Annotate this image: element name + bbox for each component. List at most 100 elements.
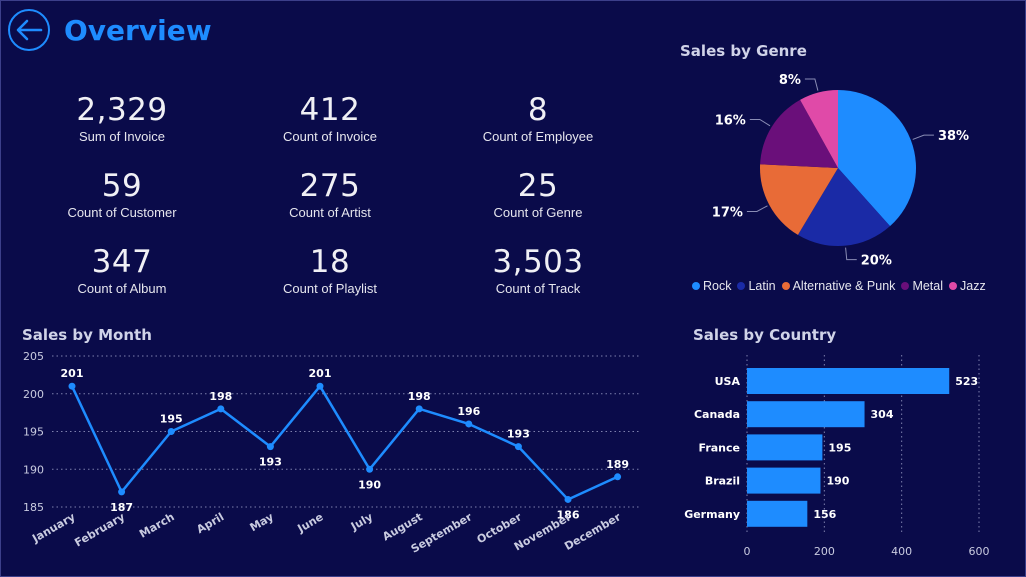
kpi-value: 275 — [299, 168, 361, 204]
line-point[interactable] — [316, 382, 324, 390]
kpi-label: Count of Customer — [67, 205, 177, 220]
country-bar[interactable] — [747, 368, 950, 394]
kpi-value: 3,503 — [492, 244, 584, 280]
kpi-value: 8 — [527, 92, 549, 128]
arrow-left-icon — [16, 19, 43, 41]
kpi-label: Count of Playlist — [283, 281, 377, 296]
x-tick-label: January — [29, 510, 77, 545]
line-point[interactable] — [514, 443, 522, 451]
line-point[interactable] — [415, 405, 423, 413]
y-tick-label: 185 — [23, 501, 44, 514]
kpi-card: 8 Count of Employee — [438, 93, 638, 144]
x-tick-label: February — [72, 510, 127, 549]
legend-label: Jazz — [960, 279, 986, 293]
kpi-label: Sum of Invoice — [79, 129, 165, 144]
pie-leader-line — [746, 205, 768, 212]
pie-data-label: 8% — [779, 73, 801, 88]
line-data-label: 187 — [110, 501, 133, 514]
legend-marker — [692, 282, 700, 290]
kpi-value: 18 — [309, 244, 351, 280]
x-tick-label: May — [248, 510, 276, 534]
y-tick-label: 205 — [23, 350, 44, 363]
kpi-value: 347 — [91, 244, 153, 280]
kpi-value: 25 — [517, 168, 559, 204]
x-tick-label: 0 — [744, 545, 751, 558]
line-point[interactable] — [167, 428, 175, 435]
legend-label: Metal — [912, 279, 944, 293]
month-line-chart: 185 190 195 200 205 201 January 187February 195 M… — [23, 350, 640, 555]
page-title: Overview — [64, 13, 212, 47]
line-data-label: 198 — [408, 390, 431, 403]
bar-data-label: 304 — [871, 408, 894, 421]
kpi-value: 2,329 — [76, 92, 168, 128]
legend-marker — [737, 282, 746, 290]
country-chart-title: Sales by Country — [693, 326, 837, 344]
kpi-label: Count of Genre — [493, 205, 583, 220]
line-data-label: 201 — [309, 367, 332, 380]
kpi-card: 25 Count of Genre — [438, 169, 638, 220]
pie-data-label: 16% — [715, 113, 746, 128]
country-bar[interactable] — [747, 467, 821, 494]
line-data-label: 189 — [606, 458, 629, 471]
legend-item[interactable]: Alternative & Punk — [781, 279, 895, 293]
line-point[interactable] — [266, 443, 274, 451]
legend-marker — [901, 282, 910, 290]
legend-marker — [781, 282, 790, 290]
header: Overview — [8, 6, 212, 54]
y-tick-label: USA — [715, 375, 741, 388]
pie-leader-line — [804, 78, 819, 91]
line-point[interactable] — [465, 420, 473, 428]
kpi-value: 412 — [299, 92, 361, 128]
legend-item[interactable]: Latin — [737, 279, 776, 293]
line-point[interactable] — [217, 405, 225, 413]
bar-data-label: 195 — [828, 441, 851, 454]
legend-item[interactable]: Rock — [692, 279, 731, 293]
legend-label: Rock — [703, 279, 732, 293]
pie-leader-line — [912, 134, 934, 140]
legend-label: Latin — [748, 279, 776, 293]
bar-data-label: 523 — [955, 375, 978, 388]
country-bar[interactable] — [747, 434, 823, 461]
month-chart-title: Sales by Month — [22, 326, 152, 344]
line-point[interactable] — [614, 473, 622, 481]
line-data-label: 198 — [209, 390, 232, 403]
line-data-label: 195 — [160, 413, 183, 426]
pie-data-label: 20% — [861, 254, 892, 269]
line-point[interactable] — [68, 382, 76, 390]
line-point[interactable] — [564, 495, 572, 503]
x-tick-label: March — [137, 510, 177, 540]
line-data-label: 201 — [61, 367, 84, 380]
kpi-card: 275 Count of Artist — [230, 169, 430, 220]
line-data-label: 193 — [507, 428, 530, 441]
line-data-label: 193 — [259, 456, 282, 469]
y-tick-label: Brazil — [705, 475, 740, 488]
bar-data-label: 190 — [826, 475, 849, 488]
kpi-value: 59 — [101, 168, 143, 204]
x-tick-label: 400 — [891, 545, 912, 558]
x-tick-label: April — [194, 510, 226, 536]
pie-leader-line — [845, 247, 857, 261]
line-point[interactable] — [366, 465, 374, 473]
country-bar-chart: 0 200 400 600 USA 523 Canada 304 France 195 Brazil… — [684, 355, 990, 558]
y-tick-label: 200 — [23, 388, 44, 401]
y-tick-label: 195 — [23, 426, 44, 439]
kpi-card: 3,503 Count of Track — [438, 245, 638, 296]
kpi-card: 347 Count of Album — [22, 245, 222, 296]
pie-data-label: 38% — [938, 129, 969, 144]
kpi-card: 2,329 Sum of Invoice — [22, 93, 222, 144]
x-tick-label: 200 — [814, 545, 835, 558]
kpi-label: Count of Artist — [289, 205, 371, 220]
legend-item[interactable]: Jazz — [949, 279, 986, 293]
kpi-card: 18 Count of Playlist — [230, 245, 430, 296]
x-tick-label: 600 — [969, 545, 990, 558]
line-point[interactable] — [118, 488, 126, 496]
kpi-card: 59 Count of Customer — [22, 169, 222, 220]
kpi-label: Count of Invoice — [283, 129, 377, 144]
legend-marker — [949, 282, 958, 290]
back-button[interactable] — [8, 9, 50, 51]
pie-leader-line — [749, 118, 771, 127]
legend-item[interactable]: Metal — [901, 279, 943, 293]
country-bar[interactable] — [747, 500, 808, 527]
country-bar[interactable] — [747, 401, 865, 428]
genre-pie-chart: 38% 20% 17% 16% 8% — [712, 73, 969, 269]
